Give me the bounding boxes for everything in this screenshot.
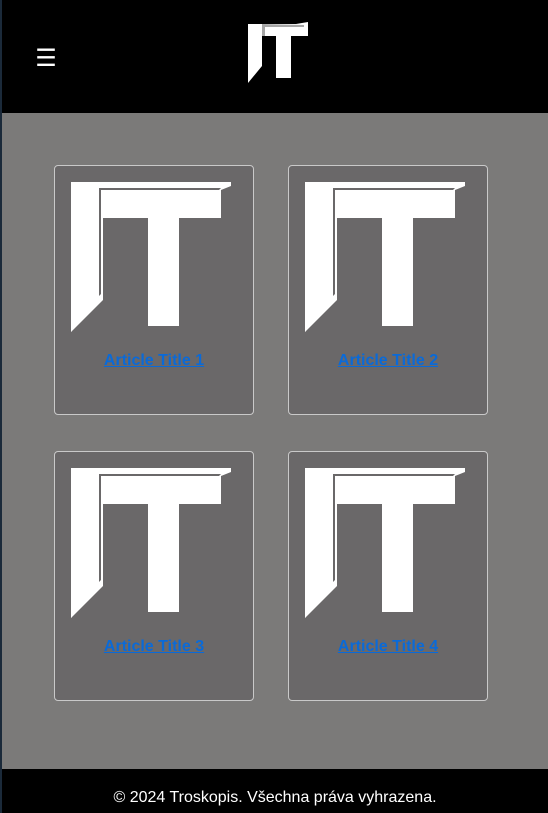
site-footer: © 2024 Troskopis. Všechna práva vyhrazen…	[2, 769, 548, 813]
article-title-link[interactable]: Article Title 1	[55, 352, 253, 370]
site-header: ☰	[2, 0, 548, 113]
site-logo-icon[interactable]	[248, 22, 308, 83]
article-image-icon	[71, 182, 231, 332]
page-frame: ☰ Article Title 1 Article Title 2 Articl…	[2, 0, 548, 813]
article-card[interactable]: Article Title 4	[288, 451, 488, 701]
article-title-link[interactable]: Article Title 2	[289, 352, 487, 370]
copyright-text: © 2024 Troskopis. Všechna práva vyhrazen…	[113, 789, 437, 806]
article-title-link[interactable]: Article Title 3	[55, 638, 253, 656]
hamburger-menu-button[interactable]: ☰	[32, 41, 60, 75]
article-grid: Article Title 1 Article Title 2 Article …	[2, 113, 548, 769]
article-title-link[interactable]: Article Title 4	[289, 638, 487, 656]
article-card[interactable]: Article Title 2	[288, 165, 488, 415]
article-image-icon	[305, 182, 465, 332]
article-image-icon	[71, 468, 231, 618]
article-image-icon	[305, 468, 465, 618]
article-card[interactable]: Article Title 3	[54, 451, 254, 701]
article-card[interactable]: Article Title 1	[54, 165, 254, 415]
